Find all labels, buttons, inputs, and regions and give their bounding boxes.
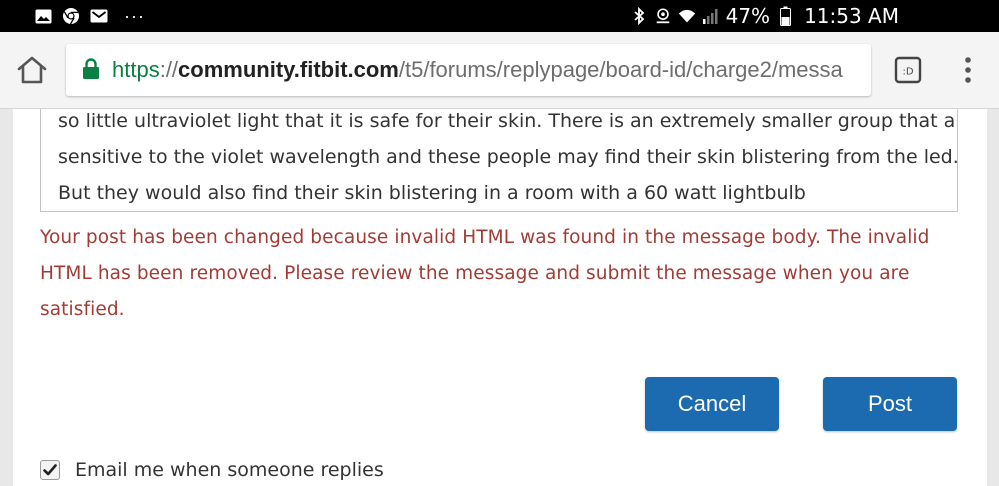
home-icon[interactable] (16, 54, 48, 86)
url-host: community.fitbit.com (178, 57, 399, 82)
chrome-icon (62, 7, 80, 25)
page-content: so little ultraviolet light that it is s… (0, 109, 999, 486)
battery-percent: 47% (725, 4, 771, 28)
browser-toolbar: https://community.fitbit.com/t5/forums/r… (0, 32, 999, 109)
bluetooth-icon (630, 7, 648, 25)
message-line: so little ultraviolet light that it is s… (58, 110, 958, 132)
tab-switcher-label: :D (902, 67, 913, 78)
tab-switcher-button[interactable]: :D (894, 56, 922, 84)
url-text[interactable]: https://community.fitbit.com/t5/forums/r… (112, 44, 843, 96)
message-line: But they would also find their skin blis… (58, 182, 806, 204)
post-button[interactable]: Post (823, 377, 957, 431)
address-bar[interactable]: https://community.fitbit.com/t5/forums/r… (66, 44, 871, 96)
url-separator: :// (159, 57, 179, 82)
email-replies-label[interactable]: Email me when someone replies (75, 459, 384, 481)
message-body-editor[interactable]: so little ultraviolet light that it is s… (40, 109, 958, 212)
data-saver-icon (654, 7, 672, 25)
more-notifications-icon: ··· (124, 6, 145, 26)
status-bar: ··· 47% 11:53 AM (0, 0, 999, 32)
url-scheme: https (112, 57, 160, 82)
status-notification-icons: ··· (34, 0, 145, 32)
email-notification-option: Email me when someone replies (40, 455, 384, 485)
wifi-icon (678, 7, 696, 25)
message-line: sensitive to the violet wavelength and t… (58, 146, 958, 168)
clock-time: 11:53 AM (804, 4, 899, 28)
checkmark-icon (43, 464, 57, 476)
url-path: /t5/forums/replypage/board-id/charge2/me… (398, 57, 843, 82)
email-replies-checkbox[interactable] (40, 460, 60, 480)
cancel-button[interactable]: Cancel (645, 377, 779, 431)
overflow-menu-icon[interactable] (958, 54, 978, 86)
reply-form: so little ultraviolet light that it is s… (13, 109, 987, 486)
image-icon (34, 7, 52, 25)
status-system-icons: 47% 11:53 AM (630, 0, 899, 32)
signal-icon (702, 7, 720, 25)
gmail-icon (90, 7, 108, 25)
lock-icon[interactable] (82, 58, 100, 80)
invalid-html-error-message: Your post has been changed because inval… (40, 227, 930, 320)
battery-icon (776, 6, 794, 26)
